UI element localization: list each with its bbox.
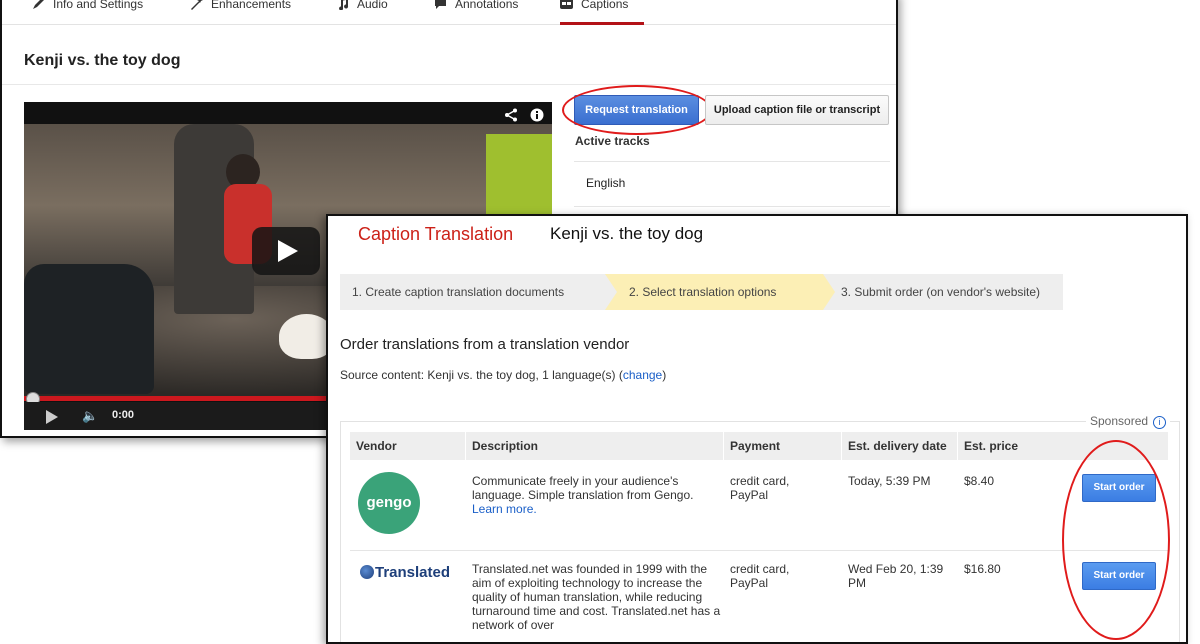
price: $16.80 [964,562,1001,576]
pencil-icon [33,0,44,9]
track-row-english[interactable]: English [574,161,890,207]
vendor-table-header: Vendor Description Payment Est. delivery… [350,432,1168,460]
tab-audio[interactable]: Audio [336,0,388,22]
vendor-description: Translated.net was founded in 1999 with … [472,562,721,632]
music-note-icon [339,0,349,10]
caption-translation-window: Caption Translation Kenji vs. the toy do… [326,214,1188,644]
price: $8.40 [964,474,995,488]
payment-methods: credit card, PayPal [730,474,790,502]
info-icon[interactable]: i [1153,416,1167,429]
highlight-circle [562,85,712,135]
globe-icon [360,565,374,579]
order-heading: Order translations from a translation ve… [340,336,630,353]
delivery-date: Today, 5:39 PM [848,474,931,488]
source-content-line: Source content: Kenji vs. the toy dog, 1… [340,368,667,382]
info-icon[interactable] [530,108,544,122]
tab-captions[interactable]: Captions [560,0,644,25]
wand-icon [191,0,203,10]
tab-enhancements[interactable]: Enhancements [190,0,291,22]
caption-translation-heading: Caption Translation [358,224,514,244]
column-header: Payment [724,432,842,460]
step-arrow [823,274,835,310]
active-tracks-label: Active tracks [575,134,650,148]
column-header: Vendor [350,432,466,460]
vendor-description: Communicate freely in your audience's la… [472,474,694,516]
cc-icon [560,0,573,9]
column-header: Est. delivery date [842,432,958,460]
highlight-circle [1062,440,1170,640]
play-button[interactable] [252,227,320,275]
time-display: 0:00 [112,409,135,421]
step-create-documents: 1. Create caption translation documents [340,274,605,310]
payment-methods: credit card, PayPal [730,562,790,590]
video-title: Kenji vs. the toy dog [550,224,704,243]
column-header: Description [466,432,724,460]
tab-info-and-settings[interactable]: Info and Settings [32,0,143,22]
step-select-options: 2. Select translation options [605,274,823,310]
delivery-date: Wed Feb 20, 1:39 PM [848,562,944,590]
volume-icon[interactable]: 🔈 [82,408,98,424]
tab-annotations[interactable]: Annotations [434,0,518,22]
player-top-icons [504,106,544,122]
change-link[interactable]: change [623,368,662,382]
translated-logo: Translated [360,564,450,581]
play-icon[interactable] [46,410,58,424]
share-icon[interactable] [504,108,518,122]
step-arrow [605,274,617,310]
video-title: Kenji vs. the toy dog [24,52,181,69]
editor-tabbar: Info and Settings Enhancements Audio Ann… [2,0,896,25]
table-row: gengo Communicate freely in your audienc… [350,460,1168,551]
learn-more-link[interactable]: Learn more. [472,502,537,516]
sponsored-label: Sponsored i [1086,414,1171,429]
speech-bubble-icon [435,0,446,9]
track-label: English [586,176,626,190]
step-submit-order: 3. Submit order (on vendor's website) [823,274,1063,310]
gengo-logo: gengo [358,472,420,534]
upload-caption-button[interactable]: Upload caption file or transcript [705,95,889,125]
divider [2,84,896,85]
